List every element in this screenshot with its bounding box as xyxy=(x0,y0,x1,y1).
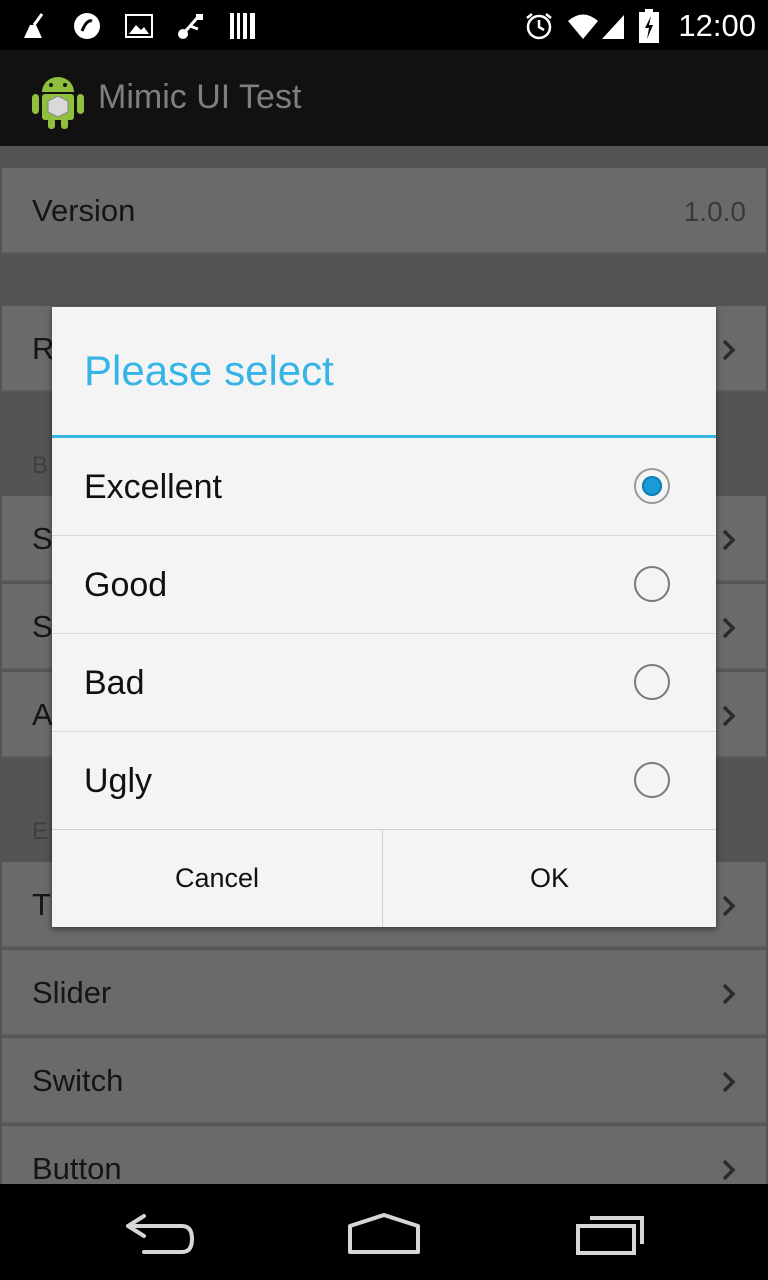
radio-button[interactable] xyxy=(634,664,670,700)
android-icon[interactable] xyxy=(28,66,88,130)
cell-signal-icon xyxy=(602,15,625,39)
option-label: Ugly xyxy=(84,762,153,800)
usb-icon xyxy=(178,14,203,39)
list-item-switch[interactable]: Switch xyxy=(2,1038,766,1124)
barcode-icon xyxy=(230,13,255,39)
action-bar: Mimic UI Test xyxy=(0,50,768,146)
option-ugly[interactable]: Ugly xyxy=(52,732,716,830)
option-good[interactable]: Good xyxy=(52,536,716,634)
option-bad[interactable]: Bad xyxy=(52,634,716,732)
chevron-right-icon xyxy=(722,983,736,1005)
cleaner-icon xyxy=(24,13,44,38)
sync-icon xyxy=(74,13,100,39)
status-bar: 12:00 xyxy=(0,0,768,50)
list-item-label: Switch xyxy=(32,1063,124,1098)
chevron-right-icon xyxy=(722,1159,736,1181)
option-label: Good xyxy=(84,566,168,604)
battery-icon xyxy=(639,9,660,43)
alarm-icon xyxy=(526,13,553,40)
list-item-label: S xyxy=(32,609,53,644)
chevron-right-icon xyxy=(722,895,736,917)
status-bar-system: 12:00 xyxy=(524,6,756,46)
chevron-right-icon xyxy=(722,339,736,361)
chevron-right-icon xyxy=(722,529,736,551)
status-time: 12:00 xyxy=(678,8,756,43)
select-dialog: Please select Excellent Good Bad Ugly Ca… xyxy=(52,307,716,927)
cancel-button[interactable]: Cancel xyxy=(52,830,383,927)
list-item-version[interactable]: Version 1.0.0 xyxy=(2,168,766,254)
list-item-button[interactable]: Button xyxy=(2,1126,766,1184)
chevron-right-icon xyxy=(722,705,736,727)
list-item-label: Button xyxy=(32,1151,122,1184)
dialog-title: Please select xyxy=(84,347,334,394)
chevron-right-icon xyxy=(722,1071,736,1093)
navigation-bar xyxy=(0,1184,768,1280)
ok-button[interactable]: OK xyxy=(384,830,715,927)
chevron-right-icon xyxy=(722,617,736,639)
list-item-label: S xyxy=(32,521,53,556)
recents-icon[interactable] xyxy=(574,1212,646,1256)
radio-button[interactable] xyxy=(634,566,670,602)
radio-selected-dot xyxy=(642,476,662,496)
image-icon xyxy=(125,14,153,38)
section-header: E xyxy=(32,818,49,845)
option-excellent[interactable]: Excellent xyxy=(52,438,716,536)
version-value: 1.0.0 xyxy=(683,196,746,227)
list-item-label: Slider xyxy=(32,975,112,1010)
status-bar-notifications xyxy=(20,6,258,46)
option-label: Bad xyxy=(84,664,145,702)
home-icon[interactable] xyxy=(346,1212,422,1256)
list-item-label: A xyxy=(32,697,53,732)
list-item-label: Version xyxy=(32,193,136,228)
radio-button[interactable] xyxy=(634,762,670,798)
back-icon[interactable] xyxy=(124,1212,196,1256)
dialog-button-bar: Cancel OK xyxy=(52,829,716,927)
option-label: Excellent xyxy=(84,468,222,506)
list-item-slider[interactable]: Slider xyxy=(2,950,766,1036)
radio-button-checked[interactable] xyxy=(634,468,670,504)
app-title: Mimic UI Test xyxy=(98,78,302,116)
section-header: B xyxy=(32,452,49,479)
wifi-icon xyxy=(568,14,625,39)
list-item-label: T xyxy=(32,887,51,922)
